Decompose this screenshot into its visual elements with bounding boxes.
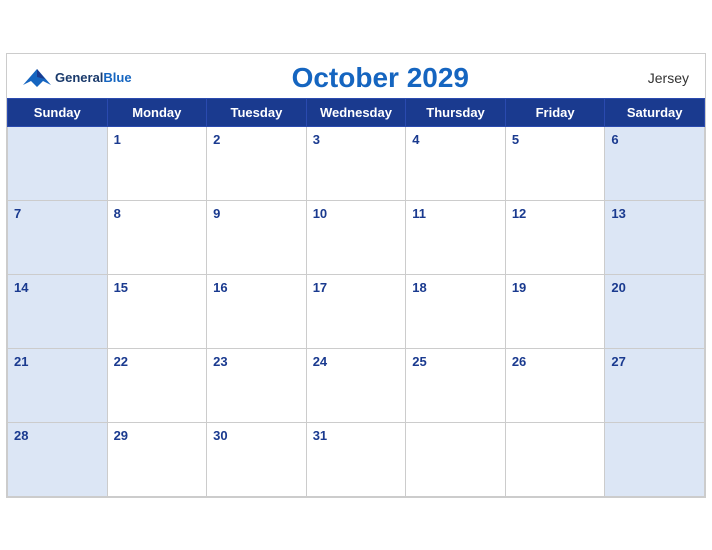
day-number: 2 [213,132,220,147]
day-number: 26 [512,354,526,369]
day-number: 11 [412,206,426,221]
calendar-cell [8,126,108,200]
calendar-container: GeneralBlue October 2029 Jersey Sunday M… [6,53,706,498]
calendar-cell: 4 [406,126,506,200]
day-number: 17 [313,280,327,295]
day-number: 22 [114,354,128,369]
calendar-cell: 18 [406,274,506,348]
calendar-cell [505,422,605,496]
calendar-cell [605,422,705,496]
day-number: 30 [213,428,227,443]
day-number: 20 [611,280,625,295]
day-number: 23 [213,354,227,369]
day-number: 28 [14,428,28,443]
calendar-cell [406,422,506,496]
day-number: 25 [412,354,426,369]
day-number: 13 [611,206,625,221]
weekday-header-row: Sunday Monday Tuesday Wednesday Thursday… [8,98,705,126]
day-number: 27 [611,354,625,369]
calendar-cell: 8 [107,200,207,274]
calendar-title: October 2029 [132,62,629,94]
day-number: 4 [412,132,419,147]
calendar-cell: 26 [505,348,605,422]
day-number: 1 [114,132,121,147]
calendar-cell: 5 [505,126,605,200]
day-number: 6 [611,132,618,147]
calendar-cell: 29 [107,422,207,496]
calendar-cell: 25 [406,348,506,422]
week-row-3: 14 15 16 17 18 19 20 [8,274,705,348]
col-saturday: Saturday [605,98,705,126]
day-number: 18 [412,280,426,295]
calendar-cell: 11 [406,200,506,274]
calendar-cell: 3 [306,126,406,200]
calendar-cell: 17 [306,274,406,348]
day-number: 14 [14,280,28,295]
logo-general: General [55,70,103,85]
region-label: Jersey [629,70,689,86]
day-number: 12 [512,206,526,221]
calendar-cell: 14 [8,274,108,348]
logo-blue: Blue [103,70,131,85]
day-number: 29 [114,428,128,443]
calendar-cell: 15 [107,274,207,348]
calendar-cell: 6 [605,126,705,200]
logo-text: GeneralBlue [55,69,132,87]
calendar-header: GeneralBlue October 2029 Jersey [7,54,705,98]
calendar-cell: 2 [207,126,307,200]
day-number: 19 [512,280,526,295]
calendar-cell: 20 [605,274,705,348]
calendar-cell: 31 [306,422,406,496]
calendar-cell: 27 [605,348,705,422]
col-monday: Monday [107,98,207,126]
day-number: 24 [313,354,327,369]
week-row-4: 21 22 23 24 25 26 27 [8,348,705,422]
logo-icon [23,67,51,89]
calendar-cell: 1 [107,126,207,200]
calendar-cell: 24 [306,348,406,422]
day-number: 9 [213,206,220,221]
col-sunday: Sunday [8,98,108,126]
calendar-cell: 10 [306,200,406,274]
calendar-cell: 19 [505,274,605,348]
day-number: 21 [14,354,28,369]
col-thursday: Thursday [406,98,506,126]
col-friday: Friday [505,98,605,126]
day-number: 3 [313,132,320,147]
calendar-cell: 16 [207,274,307,348]
calendar-cell: 7 [8,200,108,274]
day-number: 5 [512,132,519,147]
calendar-body: 1234567891011121314151617181920212223242… [8,126,705,496]
day-number: 31 [313,428,327,443]
week-row-5: 28 29 30 31 [8,422,705,496]
calendar-cell: 23 [207,348,307,422]
day-number: 8 [114,206,121,221]
col-wednesday: Wednesday [306,98,406,126]
day-number: 16 [213,280,227,295]
calendar-cell: 30 [207,422,307,496]
calendar-cell: 12 [505,200,605,274]
day-number: 15 [114,280,128,295]
week-row-1: 1 2 3 4 5 6 [8,126,705,200]
logo: GeneralBlue [23,67,132,89]
calendar-cell: 21 [8,348,108,422]
day-number: 7 [14,206,21,221]
calendar-cell: 28 [8,422,108,496]
calendar-cell: 9 [207,200,307,274]
calendar-grid: Sunday Monday Tuesday Wednesday Thursday… [7,98,705,497]
calendar-cell: 22 [107,348,207,422]
week-row-2: 7 8 9 10 11 12 13 [8,200,705,274]
calendar-cell: 13 [605,200,705,274]
day-number: 10 [313,206,327,221]
col-tuesday: Tuesday [207,98,307,126]
